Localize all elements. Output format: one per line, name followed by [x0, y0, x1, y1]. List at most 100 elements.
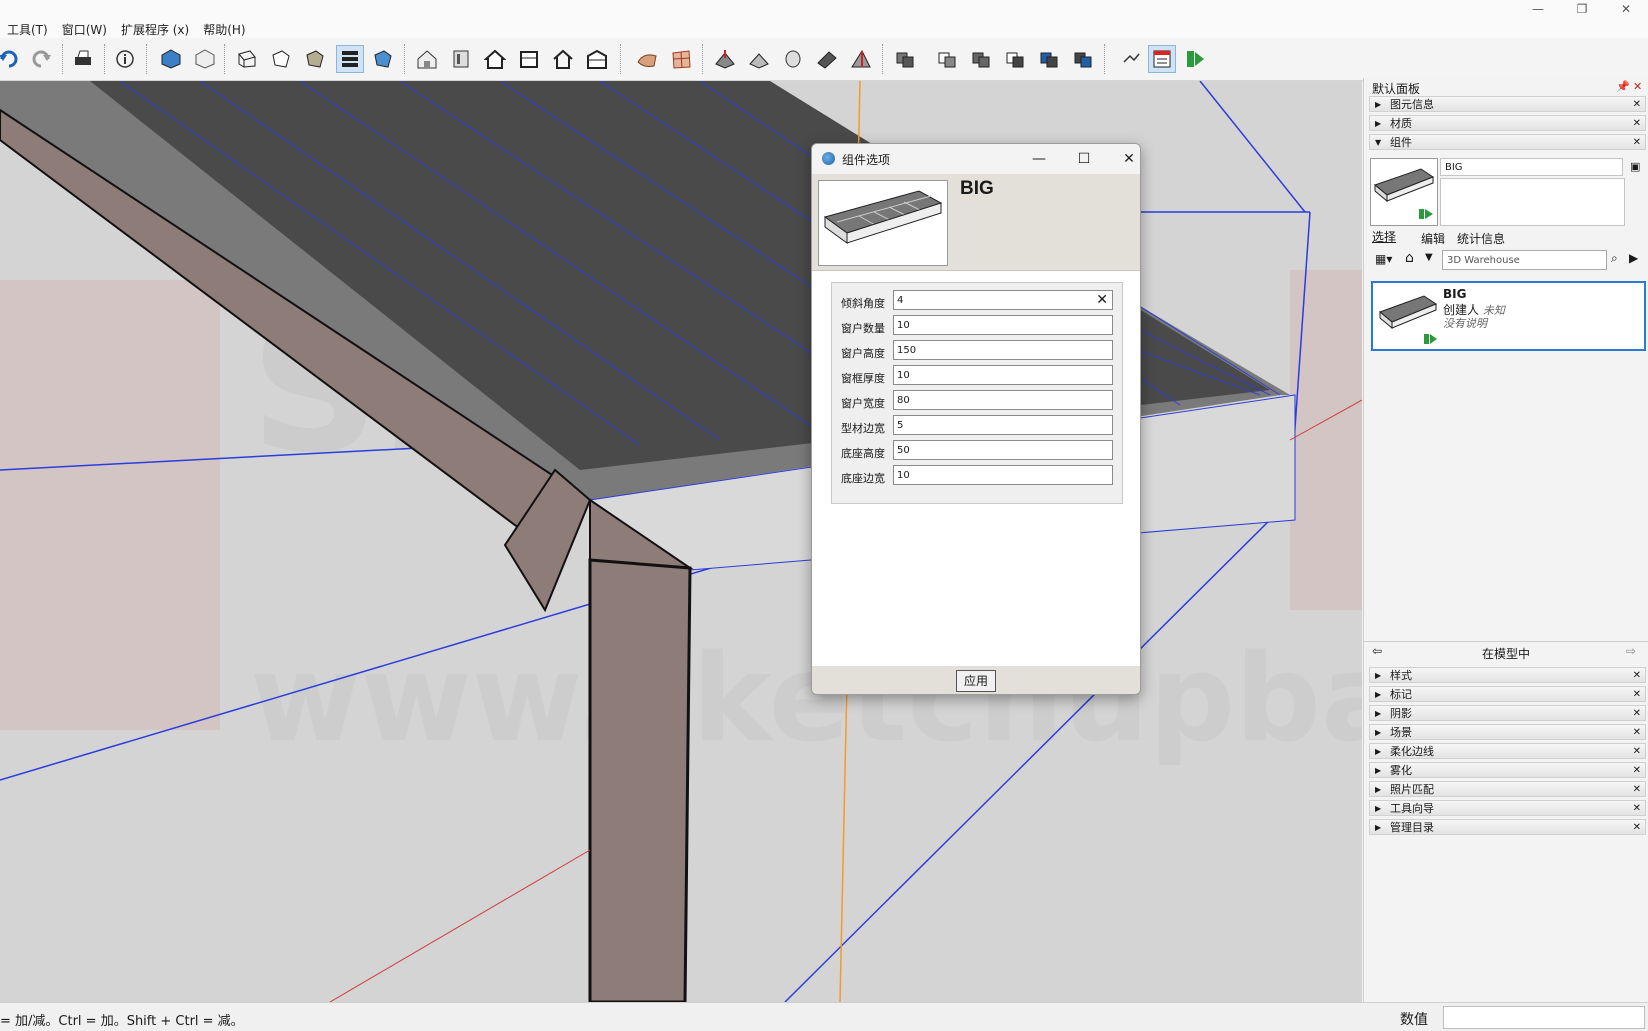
menu-window[interactable]: 窗口(W) — [55, 22, 114, 38]
menu-help[interactable]: 帮助(H) — [196, 22, 252, 38]
sandbox-from-scratch-icon[interactable] — [668, 46, 694, 72]
close-icon[interactable]: ✕ — [1633, 117, 1641, 131]
home-view-icon[interactable] — [550, 46, 576, 72]
sandbox-from-contours-icon[interactable] — [634, 46, 660, 72]
close-icon[interactable]: ✕ — [1633, 98, 1641, 112]
window-height-input[interactable]: 150 — [893, 340, 1113, 360]
forward-icon[interactable]: ▶ — [1629, 251, 1638, 265]
drape-icon[interactable] — [780, 46, 806, 72]
back-icon[interactable]: ⇦ — [1372, 644, 1382, 658]
tray-instructor[interactable]: ▶ 工具向导 ✕ — [1369, 800, 1646, 816]
tab-select[interactable]: 选择 — [1372, 228, 1396, 245]
component-description-field[interactable] — [1440, 178, 1625, 226]
close-icon[interactable]: ✕ — [1633, 136, 1641, 150]
component-name-field[interactable]: BIG — [1440, 158, 1623, 176]
apply-button[interactable]: 应用 — [956, 670, 996, 692]
tray-styles[interactable]: ▶ 样式 ✕ — [1369, 667, 1646, 683]
close-icon[interactable]: ✕ — [1633, 745, 1641, 759]
close-icon[interactable]: ✕ — [1633, 802, 1641, 816]
extension-icon[interactable] — [448, 46, 474, 72]
3d-warehouse-icon[interactable] — [414, 46, 440, 72]
measurements-input[interactable] — [1443, 1006, 1645, 1029]
print-icon[interactable] — [70, 46, 96, 72]
tray-tags[interactable]: ▶ 标记 ✕ — [1369, 686, 1646, 702]
menu-tools[interactable]: 工具(T) — [0, 22, 55, 38]
shaded-style-icon[interactable] — [302, 46, 328, 72]
follow-me-icon[interactable] — [1118, 46, 1144, 72]
tray-fog[interactable]: ▶ 雾化 ✕ — [1369, 762, 1646, 778]
minimize-icon[interactable]: — — [1516, 0, 1560, 18]
split-icon[interactable] — [1070, 46, 1096, 72]
component-options-icon[interactable] — [1148, 45, 1176, 73]
close-icon[interactable]: ✕ — [1633, 80, 1642, 93]
dropdown-arrow-icon[interactable]: ▼ — [1425, 252, 1433, 263]
base-edge-width-input[interactable]: 10 — [893, 465, 1113, 485]
textured-style-icon[interactable] — [336, 45, 364, 73]
base-height-input[interactable]: 50 — [893, 440, 1113, 460]
component-result-item[interactable]: BIG 创建人 未知 没有说明 — [1371, 281, 1646, 351]
smoove-icon[interactable] — [712, 46, 738, 72]
close-icon[interactable]: ✕ — [1604, 0, 1648, 18]
model-info-icon[interactable] — [112, 46, 138, 72]
forward-icon[interactable]: ⇨ — [1626, 644, 1636, 658]
top-view-icon[interactable] — [516, 46, 542, 72]
union-icon[interactable] — [968, 46, 994, 72]
intersect-icon[interactable] — [934, 46, 960, 72]
subtract-icon[interactable] — [1002, 46, 1028, 72]
home-icon[interactable]: ⌂ — [1405, 250, 1414, 266]
tray-outliner[interactable]: ▶ 管理目录 ✕ — [1369, 819, 1646, 835]
tray-soften-edges[interactable]: ▶ 柔化边线 ✕ — [1369, 743, 1646, 759]
close-icon[interactable]: ✕ — [1633, 783, 1641, 797]
in-model-label[interactable]: 在模型中 — [1482, 645, 1530, 662]
front-view-icon[interactable] — [482, 46, 508, 72]
tilt-angle-input[interactable]: 4 ✕ — [893, 290, 1113, 310]
tray-shadows[interactable]: ▶ 阴影 ✕ — [1369, 705, 1646, 721]
tray-components[interactable]: ▼ 组件 ✕ — [1369, 134, 1646, 150]
model-viewport[interactable]: Sketc www.sketchupbar.c — [0, 81, 1362, 1002]
tray-materials[interactable]: ▶ 材质 ✕ — [1369, 115, 1646, 131]
redo-icon[interactable] — [28, 46, 54, 72]
outer-shell-icon[interactable] — [892, 46, 918, 72]
iso-view-icon[interactable] — [158, 46, 184, 72]
add-detail-icon[interactable] — [814, 46, 840, 72]
close-icon[interactable]: ✕ — [1633, 669, 1641, 683]
close-icon[interactable]: ✕ — [1633, 707, 1641, 721]
tray-scenes[interactable]: ▶ 场景 ✕ — [1369, 724, 1646, 740]
close-icon[interactable]: ✕ — [1114, 148, 1140, 170]
close-icon[interactable]: ✕ — [1633, 726, 1641, 740]
view-options-icon[interactable]: ▦▾ — [1375, 252, 1392, 266]
search-icon[interactable]: ⌕ — [1611, 251, 1618, 266]
clear-icon[interactable]: ✕ — [1096, 291, 1108, 310]
hidden-line-style-icon[interactable] — [268, 46, 294, 72]
menu-extensions[interactable]: 扩展程序 (x) — [114, 22, 196, 38]
close-icon[interactable]: ✕ — [1633, 764, 1641, 778]
run-icon[interactable] — [1182, 46, 1208, 72]
profile-edge-width-input[interactable]: 5 — [893, 415, 1113, 435]
trim-icon[interactable] — [1036, 46, 1062, 72]
tray-entity-info[interactable]: ▶ 图元信息 ✕ — [1369, 96, 1646, 112]
tab-statistics[interactable]: 统计信息 — [1457, 230, 1505, 247]
flip-edge-icon[interactable] — [848, 46, 874, 72]
warehouse-search-input[interactable]: 3D Warehouse — [1442, 250, 1607, 270]
monochrome-style-icon[interactable] — [370, 46, 396, 72]
tray-match-photo[interactable]: ▶ 照片匹配 ✕ — [1369, 781, 1646, 797]
frame-thickness-input[interactable]: 10 — [893, 365, 1113, 385]
back-view-icon[interactable] — [584, 46, 610, 72]
tab-edit[interactable]: 编辑 — [1421, 230, 1445, 247]
maximize-icon[interactable]: ☐ — [1069, 148, 1099, 170]
wireframe-style-icon[interactable] — [234, 46, 260, 72]
restore-icon[interactable]: ❐ — [1560, 0, 1604, 18]
result-thumbnail — [1376, 286, 1438, 346]
xray-view-icon[interactable] — [192, 46, 218, 72]
window-width-input[interactable]: 80 — [893, 390, 1113, 410]
dialog-title: 组件选项 — [842, 153, 891, 167]
dialog-titlebar[interactable]: 组件选项 — ☐ ✕ — [812, 144, 1140, 174]
close-icon[interactable]: ✕ — [1633, 688, 1641, 702]
pin-icon[interactable]: 📌 — [1616, 80, 1630, 93]
undo-icon[interactable] — [0, 46, 22, 72]
window-count-input[interactable]: 10 — [893, 315, 1113, 335]
stamp-icon[interactable] — [746, 46, 772, 72]
details-icon[interactable]: ▣ — [1630, 160, 1640, 173]
close-icon[interactable]: ✕ — [1633, 821, 1641, 835]
minimize-icon[interactable]: — — [1024, 148, 1054, 170]
